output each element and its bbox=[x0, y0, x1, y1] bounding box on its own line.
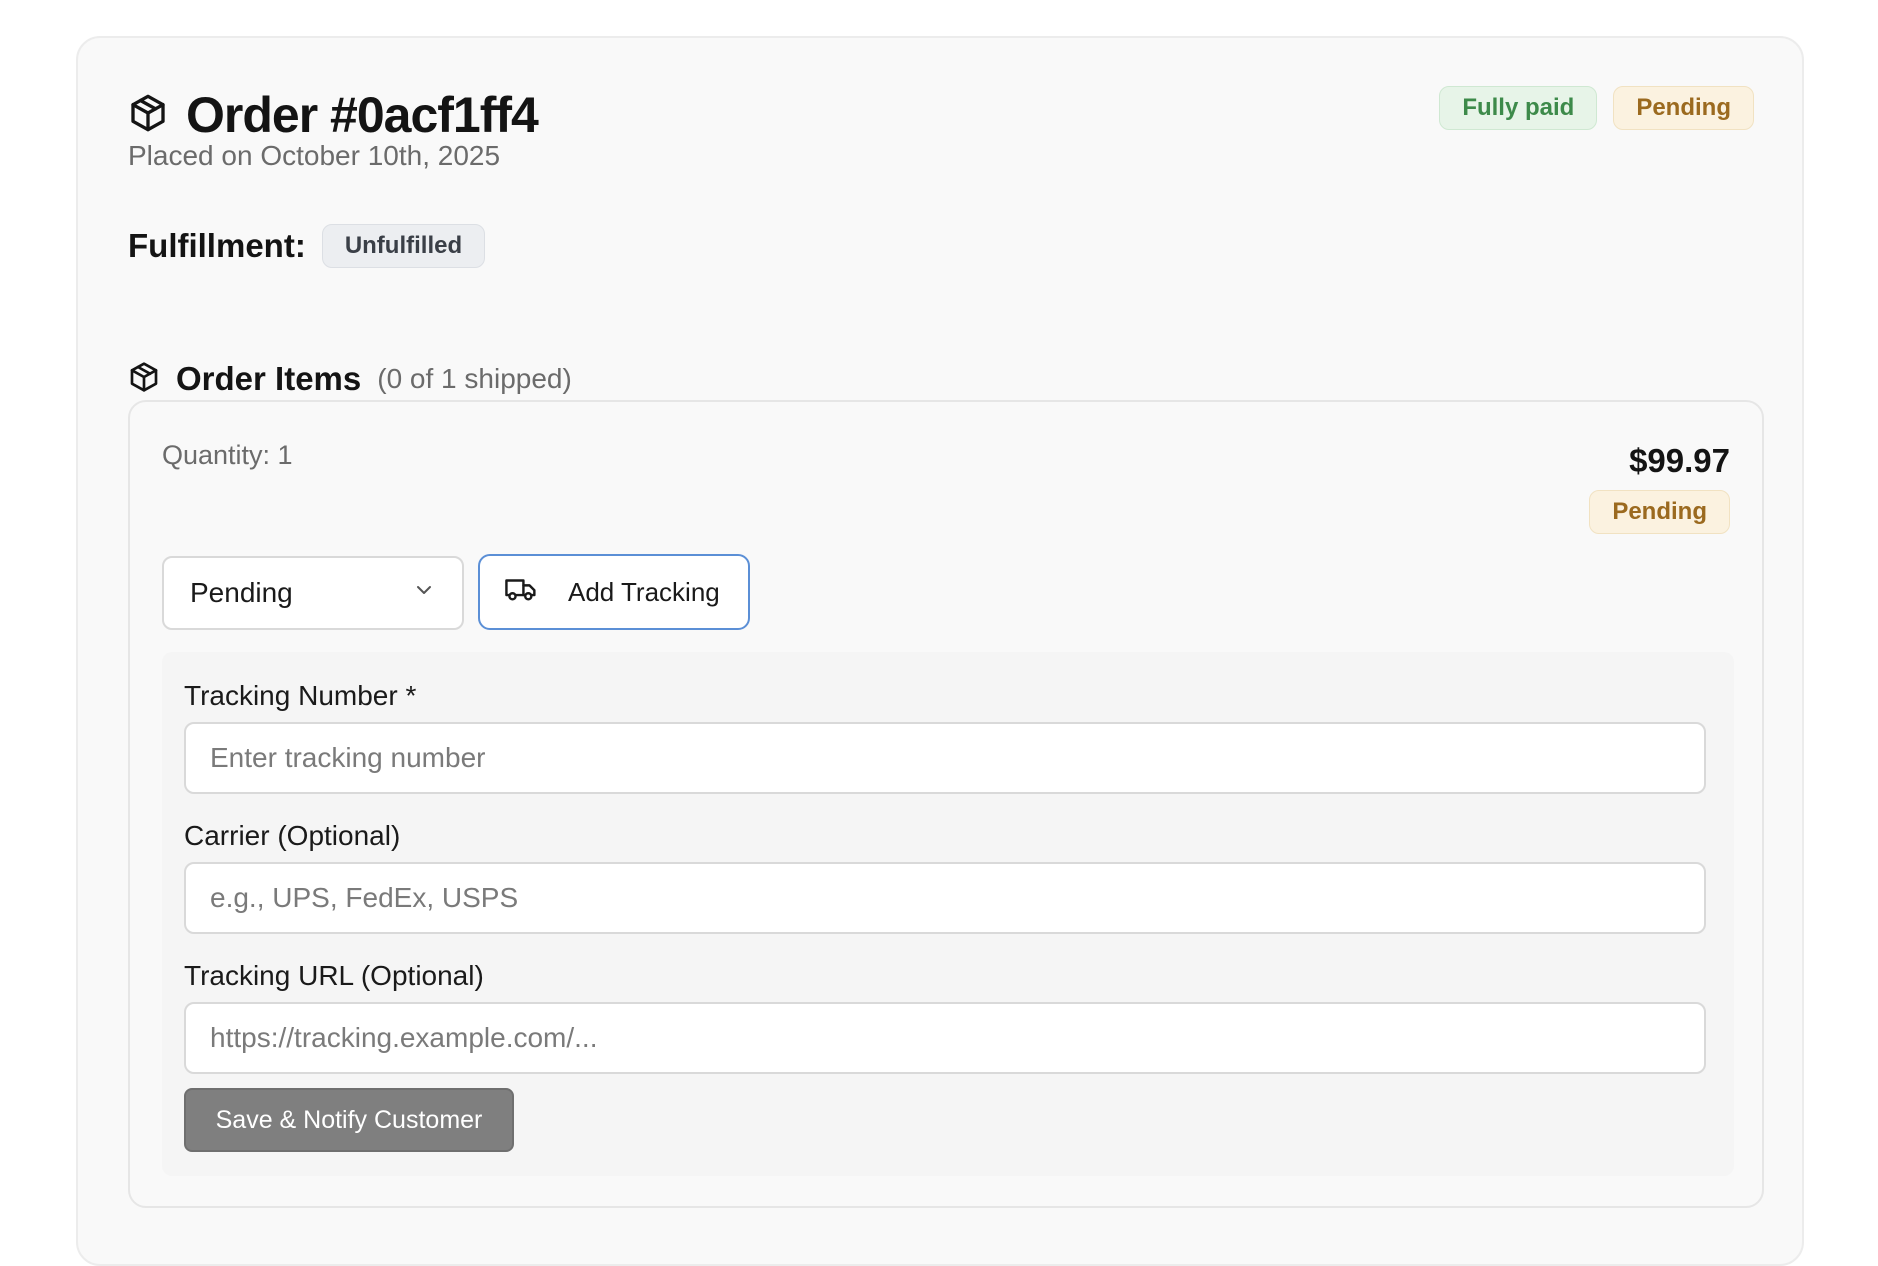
order-items-title: Order Items bbox=[176, 360, 362, 397]
tracking-url-label: Tracking URL (Optional) bbox=[184, 960, 484, 991]
item-status-select-value: Pending bbox=[190, 577, 293, 608]
fulfillment-status-badge: Unfulfilled bbox=[321, 224, 486, 268]
fulfillment-row: Fulfillment: Unfulfilled bbox=[128, 224, 486, 268]
fulfillment-label: Fulfillment: bbox=[128, 227, 306, 264]
order-item-card: Quantity: 1 $99.97 Pending Pending Add T… bbox=[128, 400, 1764, 1208]
item-status-badge: Pending bbox=[1589, 490, 1730, 534]
tracking-form: Tracking Number * Carrier (Optional) Tra… bbox=[162, 652, 1734, 1176]
add-tracking-button[interactable]: Add Tracking bbox=[478, 554, 750, 630]
order-header: Order #0acf1ff4 bbox=[128, 86, 539, 144]
add-tracking-label: Add Tracking bbox=[568, 576, 720, 607]
tracking-number-input[interactable] bbox=[184, 722, 1706, 794]
order-items-header: Order Items (0 of 1 shipped) bbox=[128, 360, 572, 398]
truck-icon bbox=[504, 574, 538, 611]
carrier-input[interactable] bbox=[184, 862, 1706, 934]
page-title: Order #0acf1ff4 bbox=[186, 87, 539, 143]
package-icon bbox=[128, 93, 168, 138]
order-placed-date: Placed on October 10th, 2025 bbox=[128, 140, 501, 171]
save-notify-button[interactable]: Save & Notify Customer bbox=[184, 1088, 514, 1152]
item-quantity: Quantity: 1 bbox=[162, 440, 293, 470]
shipped-summary: (0 of 1 shipped) bbox=[377, 363, 572, 394]
chevron-down-icon bbox=[412, 577, 436, 609]
item-price: $99.97 bbox=[1629, 442, 1730, 479]
payment-status-badge: Fully paid bbox=[1439, 86, 1598, 130]
carrier-label: Carrier (Optional) bbox=[184, 820, 401, 851]
tracking-number-label: Tracking Number * bbox=[184, 680, 417, 711]
order-status-badge: Pending bbox=[1613, 86, 1754, 130]
order-card: Order #0acf1ff4 Placed on October 10th, … bbox=[76, 36, 1804, 1266]
order-badges: Fully paid Pending bbox=[1439, 86, 1754, 130]
tracking-url-input[interactable] bbox=[184, 1002, 1706, 1074]
package-icon bbox=[128, 361, 160, 398]
item-status-select[interactable]: Pending bbox=[162, 556, 464, 630]
